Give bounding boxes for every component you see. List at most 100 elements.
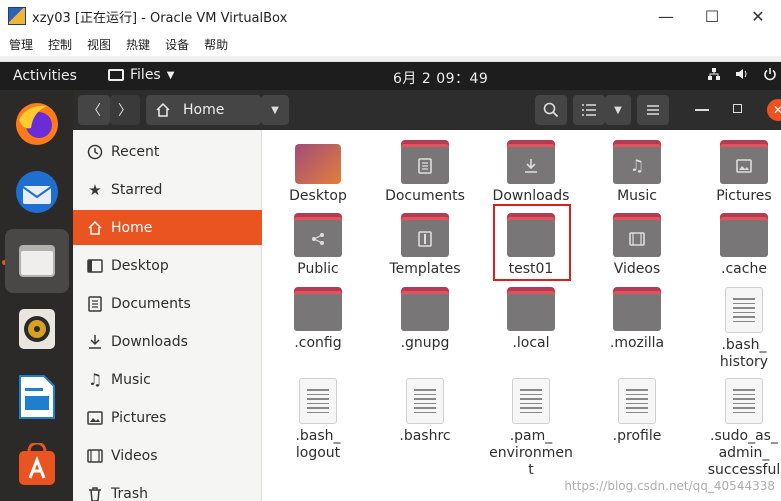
folder-item[interactable]: Documents bbox=[373, 140, 477, 205]
clock[interactable]: 6月 2 09：49 bbox=[393, 68, 488, 88]
sidebar-item-label: Pictures bbox=[111, 409, 167, 426]
location-menu-button[interactable]: ▼ bbox=[261, 95, 289, 125]
host-menu-bar: 管理 控制 视图 热键 设备 帮助 bbox=[0, 32, 781, 56]
caret-down-icon: ▼ bbox=[166, 69, 175, 81]
sidebar-item-videos[interactable]: Videos bbox=[73, 438, 262, 473]
system-tray[interactable] bbox=[707, 67, 777, 81]
file-name: .bash_ history bbox=[719, 337, 769, 370]
folder-item[interactable]: ♫ Music bbox=[585, 140, 689, 205]
view-options-button[interactable]: ▼ bbox=[605, 95, 631, 125]
folder-item[interactable]: Desktop bbox=[266, 140, 370, 205]
window-minimize-button[interactable] bbox=[695, 109, 709, 111]
file-name: Downloads bbox=[492, 188, 570, 204]
activities-button[interactable]: Activities bbox=[13, 68, 77, 84]
location-label: Home bbox=[183, 102, 225, 118]
file-name: .config bbox=[294, 335, 342, 351]
caret-down-icon: ▼ bbox=[614, 104, 622, 116]
folder-item[interactable]: .gnupg bbox=[373, 287, 477, 352]
file-item[interactable]: .pam_ environmen t bbox=[479, 378, 583, 479]
menu-devices[interactable]: 设备 bbox=[165, 36, 189, 53]
libreoffice-writer-launcher[interactable] bbox=[5, 365, 69, 429]
folder-icon bbox=[108, 69, 124, 81]
sidebar-item-starred[interactable]: ★ Starred bbox=[73, 172, 262, 207]
folder-item[interactable]: .mozilla bbox=[585, 287, 689, 352]
files-header-bar: 〈 〉 Home ▼ ▼ ✕ bbox=[73, 90, 781, 130]
window-close-button[interactable]: ✕ bbox=[767, 99, 781, 121]
rhythmbox-launcher[interactable] bbox=[5, 297, 69, 361]
back-button[interactable]: 〈 bbox=[78, 95, 110, 125]
desktop-icon bbox=[85, 258, 105, 273]
files-launcher[interactable] bbox=[5, 229, 69, 293]
file-name: .local bbox=[512, 335, 550, 351]
file-item[interactable]: .bash_ history bbox=[692, 287, 781, 371]
host-title-bar: xzy03 [正在运行] - Oracle VM VirtualBox — ☐ … bbox=[0, 0, 781, 32]
sidebar-item-downloads[interactable]: Downloads bbox=[73, 324, 262, 359]
maximize-button[interactable]: ☐ bbox=[689, 0, 735, 32]
window-maximize-button[interactable] bbox=[733, 104, 742, 113]
home-icon bbox=[85, 220, 105, 236]
folder-item[interactable]: Pictures bbox=[692, 140, 781, 205]
file-item[interactable]: .bash_ logout bbox=[266, 378, 370, 462]
menu-manage[interactable]: 管理 bbox=[9, 36, 33, 53]
location-home-button[interactable]: Home bbox=[146, 95, 261, 125]
folder-item[interactable]: Templates bbox=[373, 213, 477, 278]
menu-view[interactable]: 视图 bbox=[87, 36, 111, 53]
file-name: Music bbox=[617, 188, 657, 204]
files-app-menu[interactable]: Files ▼ bbox=[108, 67, 174, 83]
firefox-launcher[interactable] bbox=[5, 92, 69, 156]
file-name: Public bbox=[297, 261, 339, 277]
sidebar-item-music[interactable]: ♫ Music bbox=[73, 362, 262, 397]
firefox-icon bbox=[16, 103, 58, 145]
folder-item[interactable]: .cache bbox=[692, 213, 781, 278]
software-launcher[interactable] bbox=[5, 433, 69, 497]
file-name: .sudo_as_ admin_ successful bbox=[707, 428, 781, 478]
software-center-icon bbox=[19, 443, 55, 485]
star-icon: ★ bbox=[88, 180, 102, 199]
folder-item[interactable]: Downloads bbox=[479, 140, 583, 205]
files-app-menu-label: Files bbox=[130, 67, 161, 83]
thunderbird-launcher[interactable] bbox=[5, 160, 69, 224]
video-icon bbox=[85, 448, 105, 463]
folder-item[interactable]: .config bbox=[266, 287, 370, 352]
folder-icon bbox=[720, 140, 768, 184]
main-menu-button[interactable] bbox=[637, 95, 669, 125]
menu-hotkey[interactable]: 热键 bbox=[126, 36, 150, 53]
folder-icon bbox=[401, 287, 449, 331]
watermark: https://blog.csdn.net/qq_40544338 bbox=[564, 479, 775, 493]
file-item[interactable]: .sudo_as_ admin_ successful bbox=[692, 378, 781, 479]
sidebar-item-desktop[interactable]: Desktop bbox=[73, 248, 262, 283]
virtualbox-logo-icon bbox=[8, 7, 26, 25]
sidebar-item-label: Downloads bbox=[111, 333, 188, 350]
close-button[interactable]: ✕ bbox=[735, 0, 781, 32]
sidebar-item-home[interactable]: Home bbox=[73, 210, 262, 245]
places-sidebar: Recent ★ Starred Home Desktop Documents … bbox=[73, 130, 262, 501]
list-view-button[interactable] bbox=[573, 95, 605, 125]
minimize-button[interactable]: — bbox=[643, 0, 689, 32]
menu-control[interactable]: 控制 bbox=[48, 36, 72, 53]
file-name: .bash_ logout bbox=[295, 428, 341, 461]
sidebar-item-documents[interactable]: Documents bbox=[73, 286, 262, 321]
folder-item[interactable]: Videos bbox=[585, 213, 689, 278]
sidebar-item-label: Home bbox=[111, 219, 153, 236]
folder-icon bbox=[401, 213, 449, 257]
text-file-icon bbox=[299, 378, 337, 424]
selection-highlight bbox=[493, 204, 571, 281]
folder-item[interactable]: Public bbox=[266, 213, 370, 278]
search-button[interactable] bbox=[535, 95, 567, 125]
share-icon bbox=[311, 232, 325, 246]
sidebar-item-trash[interactable]: Trash bbox=[73, 476, 262, 501]
file-name: .pam_ environmen t bbox=[489, 428, 573, 478]
sidebar-item-recent[interactable]: Recent bbox=[73, 134, 262, 169]
file-item[interactable]: .bashrc bbox=[373, 378, 477, 445]
file-name: Videos bbox=[613, 261, 661, 277]
folder-item[interactable]: .local bbox=[479, 287, 583, 352]
sidebar-item-label: Documents bbox=[111, 295, 191, 312]
file-name: .cache bbox=[721, 261, 767, 277]
folder-icon bbox=[613, 213, 661, 257]
sidebar-item-pictures[interactable]: Pictures bbox=[73, 400, 262, 435]
text-file-icon bbox=[725, 287, 763, 333]
forward-button[interactable]: 〉 bbox=[110, 95, 140, 125]
menu-help[interactable]: 帮助 bbox=[204, 36, 228, 53]
file-item[interactable]: .profile bbox=[585, 378, 689, 445]
dock bbox=[0, 90, 73, 501]
